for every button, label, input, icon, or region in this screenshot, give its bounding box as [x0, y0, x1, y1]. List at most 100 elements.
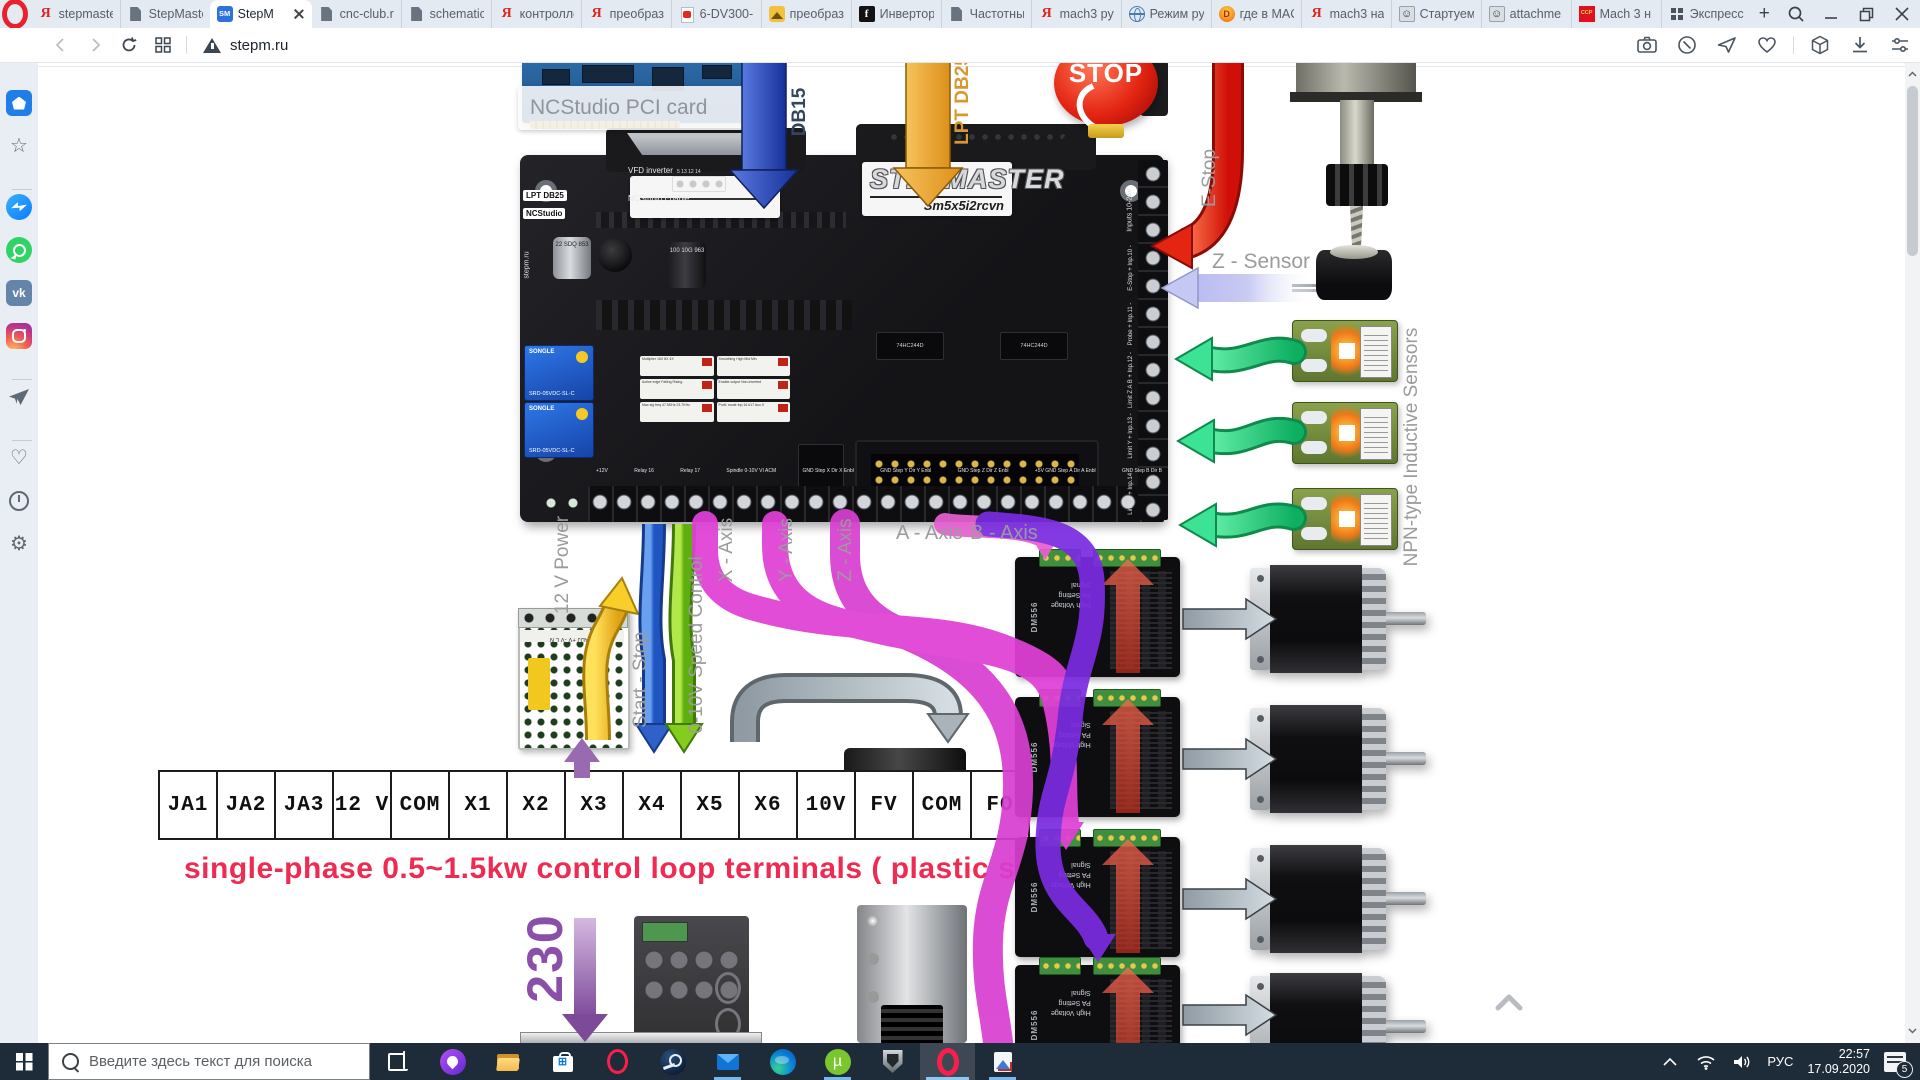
tab-page[interactable]: schematic: [401, 0, 491, 28]
taskbar-search-box[interactable]: Введите здесь текст для поиска: [48, 1043, 370, 1080]
sidebar-item-settings-gear[interactable]: ⚙: [6, 531, 32, 557]
url-field[interactable]: stepm.ru: [203, 37, 288, 54]
taskbar-app-taskview[interactable]: [370, 1043, 425, 1080]
tab-image[interactable]: преобраз: [761, 0, 851, 28]
tab-title: где в MAC: [1240, 7, 1294, 21]
tab-flame[interactable]: D где в MAC: [1211, 0, 1301, 28]
stepmaster-logo-panel: STEPMASTER Sm5x5i2rcvn: [862, 162, 1012, 216]
logic-chip: 74HC244D: [876, 332, 944, 360]
wifi-indicator[interactable]: [1695, 1054, 1717, 1070]
minimize-icon: [1824, 7, 1838, 21]
z-sensor-label: Z - Sensor: [1212, 250, 1310, 274]
clock[interactable]: 22:57 17.09.2020: [1807, 1047, 1870, 1077]
taskbar-app-wot[interactable]: [865, 1043, 920, 1080]
tab-yandex[interactable]: Я stepmaste: [31, 0, 120, 28]
sidebar-item-speed-dial[interactable]: [6, 90, 32, 116]
tab-grid[interactable]: Экспресс: [1661, 0, 1751, 28]
tab-smiley[interactable]: ☺ Стартуем: [1391, 0, 1481, 28]
taskbar-app-edge[interactable]: [755, 1043, 810, 1080]
sensors-label: NPN-type Inductive Sensors: [1401, 328, 1423, 567]
tab-page[interactable]: StepMaste: [120, 0, 210, 28]
page-scrollbar[interactable]: [1905, 62, 1920, 1043]
action-center-button[interactable]: 5: [1884, 1052, 1906, 1072]
board-label: +12V: [596, 468, 608, 482]
tab-favicon-icon: Я: [1039, 6, 1055, 22]
tab-ccp[interactable]: CCP Mach 3 н: [1571, 0, 1661, 28]
dip-switch: Enable output Non-inverted: [717, 379, 791, 399]
tab-yandex[interactable]: Я контролле: [491, 0, 581, 28]
window-close-button[interactable]: [1885, 0, 1920, 28]
taskbar-app-opera[interactable]: [920, 1043, 975, 1080]
windows-logo-icon: [16, 1053, 33, 1070]
tab-close-icon[interactable]: [293, 8, 305, 20]
tab-facebook[interactable]: f Инвертор: [851, 0, 941, 28]
speed-dial-button[interactable]: [146, 37, 180, 53]
tab-yandex[interactable]: Я mach3 на: [1301, 0, 1391, 28]
ad-blocker-button[interactable]: [1667, 34, 1707, 56]
forward-button[interactable]: [78, 37, 112, 53]
tab-page[interactable]: cnc-club.r: [312, 0, 401, 28]
window-restore-button[interactable]: [1849, 0, 1884, 28]
start-button[interactable]: [0, 1043, 48, 1080]
tab-favicon-icon: [1669, 6, 1685, 22]
tab-favicon-icon: [319, 6, 335, 22]
app-icon: [605, 1049, 631, 1075]
tab-smiley[interactable]: ☺ attachme: [1481, 0, 1571, 28]
tab-title: cnc-club.r: [340, 7, 394, 21]
extensions-button[interactable]: [1800, 34, 1840, 56]
app-icon: [880, 1049, 906, 1075]
taskbar-app-store[interactable]: ⊞: [535, 1043, 590, 1080]
sidebar-item-bookmarks-star[interactable]: ☆: [6, 133, 32, 159]
not-secure-warning-icon[interactable]: [203, 38, 221, 53]
stepper-driver: DM556 High VoltagePA SettingSignal: [1015, 557, 1180, 677]
wifi-icon: [1696, 1054, 1716, 1070]
sidebar-item-my-flow[interactable]: [6, 384, 32, 410]
tab-page[interactable]: Частотны: [941, 0, 1031, 28]
taskbar-app-operagx[interactable]: [590, 1043, 645, 1080]
dip-switch: Max sig freq 47.5KHz 23.7KHz: [640, 402, 714, 422]
board-brand: STEPMASTER: [870, 164, 1065, 195]
sidebar-item-whatsapp[interactable]: [6, 237, 32, 263]
window-minimize-button[interactable]: [1814, 0, 1849, 28]
sidebar-item-divider: [9, 427, 29, 428]
taskbar-app-steam[interactable]: [645, 1043, 700, 1080]
page-settings-button[interactable]: [1880, 34, 1920, 56]
tab-search-button[interactable]: [1778, 0, 1813, 28]
new-tab-button[interactable]: +: [1751, 0, 1778, 28]
tray-expand-button[interactable]: [1659, 1057, 1681, 1066]
download-icon: [1849, 34, 1871, 56]
taskbar-app-explorer[interactable]: [480, 1043, 535, 1080]
sidebar-item-instagram[interactable]: [6, 323, 32, 349]
sidebar-item-messenger[interactable]: [6, 194, 32, 220]
url-text[interactable]: stepm.ru: [230, 37, 288, 54]
scroll-to-top-icon[interactable]: [1494, 990, 1524, 1016]
terminal-cell: X3: [564, 772, 622, 838]
tab-yandex[interactable]: Я преобраз: [581, 0, 671, 28]
opera-menu-button[interactable]: [0, 0, 31, 28]
my-flow-button[interactable]: [1707, 34, 1747, 56]
tab-yandex[interactable]: Я mach3 ру: [1031, 0, 1121, 28]
downloads-button[interactable]: [1840, 34, 1880, 56]
sidebar-item-history-clock[interactable]: [6, 488, 32, 514]
taskbar-app-utorrent[interactable]: µ: [810, 1043, 865, 1080]
taskbar-app-paint[interactable]: [975, 1043, 1030, 1080]
tab-stepmaster[interactable]: SM StepM: [210, 0, 312, 28]
scrollbar-down-icon[interactable]: [1908, 1026, 1917, 1035]
volume-indicator[interactable]: [1731, 1054, 1753, 1070]
tab-title: преобраз: [790, 7, 844, 21]
scrollbar-thumb[interactable]: [1907, 86, 1918, 256]
tab-globe[interactable]: Режим ру: [1121, 0, 1211, 28]
tab-favicon-icon: Я: [1309, 6, 1325, 22]
keyboard-language[interactable]: РУС: [1767, 1054, 1793, 1069]
sidebar-item-vk[interactable]: vk: [6, 280, 32, 306]
snapshot-button[interactable]: [1627, 34, 1667, 56]
bookmark-page-button[interactable]: [1747, 34, 1787, 56]
speed-control-label: 0-10V Speed Control: [686, 556, 708, 733]
taskbar-app-mail[interactable]: [700, 1043, 755, 1080]
taskbar-app-alice[interactable]: [425, 1043, 480, 1080]
scrollbar-up-icon[interactable]: [1908, 70, 1917, 79]
back-button[interactable]: [44, 37, 78, 53]
reload-button[interactable]: [112, 36, 146, 54]
sidebar-item-likes-heart[interactable]: ♡: [6, 445, 32, 471]
tab-pdf[interactable]: 6-DV300-: [671, 0, 761, 28]
